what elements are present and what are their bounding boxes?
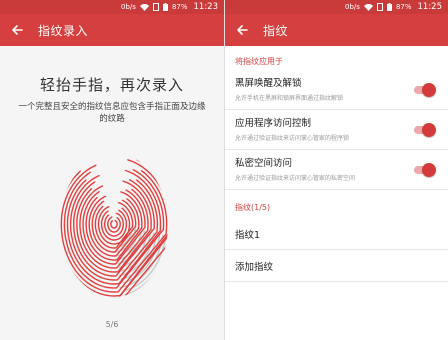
- clock: 11:23: [193, 2, 219, 12]
- clock: 11:25: [417, 2, 443, 12]
- app-bar: 指纹: [225, 14, 448, 46]
- fingerprint-ridge: [107, 216, 121, 233]
- net-speed: 0b/s: [121, 3, 136, 11]
- enroll-heading: 轻抬手指，再次录入: [39, 76, 184, 94]
- add-fingerprint-button[interactable]: 添加指纹: [225, 250, 448, 282]
- battery-percent: 87%: [395, 3, 412, 11]
- page-title: 指纹: [263, 23, 289, 38]
- page-title: 指纹录入: [38, 23, 89, 38]
- net-speed: 0b/s: [345, 3, 360, 11]
- section-header-fingerprints: 指纹(1/5): [235, 203, 271, 212]
- fingerprint-icon: [60, 154, 168, 297]
- fingerprint-enroll-screen: 0b/s 87% 11:23 指纹录入 轻抬手指，再次录入 一个完整且安全的指纹…: [0, 0, 224, 340]
- toggle-switch[interactable]: [412, 123, 436, 137]
- battery-icon: [386, 3, 392, 11]
- sim-icon: [376, 3, 383, 11]
- fingerprint-ridge: [97, 206, 131, 245]
- fingerprint-name: 指纹1: [235, 229, 261, 241]
- sim-icon: [152, 3, 159, 11]
- fingerprint-ridge: [110, 219, 118, 229]
- section-header-apply: 将指纹应用于: [235, 57, 283, 66]
- toggle-switch[interactable]: [412, 163, 436, 177]
- add-fingerprint-label: 添加指纹: [235, 261, 274, 273]
- setting-row-app-lock[interactable]: 应用程序访问控制 允许通过验证指纹来访问掌心管家的程序锁: [225, 110, 448, 150]
- status-bar: 0b/s 87% 11:25: [225, 0, 448, 14]
- wifi-icon: [139, 3, 149, 11]
- wifi-icon: [363, 3, 373, 11]
- battery-percent: 87%: [171, 3, 188, 11]
- fingerprint-progress-graphic: [58, 152, 170, 298]
- fingerprint-item[interactable]: 指纹1: [225, 218, 448, 250]
- setting-row-screen-unlock[interactable]: 黑屏唤醒及解锁 允许手机在黑屏和锁屏界面通过指纹解锁: [225, 70, 448, 110]
- fingerprint-settings-screen: 0b/s 87% 11:25 指纹 将指纹应用于 黑屏唤醒及解锁 允许手机在黑屏…: [225, 0, 448, 340]
- toggle-switch[interactable]: [412, 83, 436, 97]
- status-bar: 0b/s 87% 11:23: [0, 0, 224, 14]
- back-arrow-icon[interactable]: [235, 23, 249, 37]
- back-arrow-icon[interactable]: [10, 23, 24, 37]
- battery-icon: [162, 3, 168, 11]
- app-bar: 指纹录入: [0, 14, 224, 46]
- setting-row-private-space[interactable]: 私密空间访问 允许通过验证指纹来访问掌心管家的私密空间: [225, 150, 448, 190]
- enroll-description: 一个完整且安全的指纹信息应包含手指正面及边缘的纹路: [18, 102, 206, 124]
- enroll-progress: 5/6: [105, 320, 119, 329]
